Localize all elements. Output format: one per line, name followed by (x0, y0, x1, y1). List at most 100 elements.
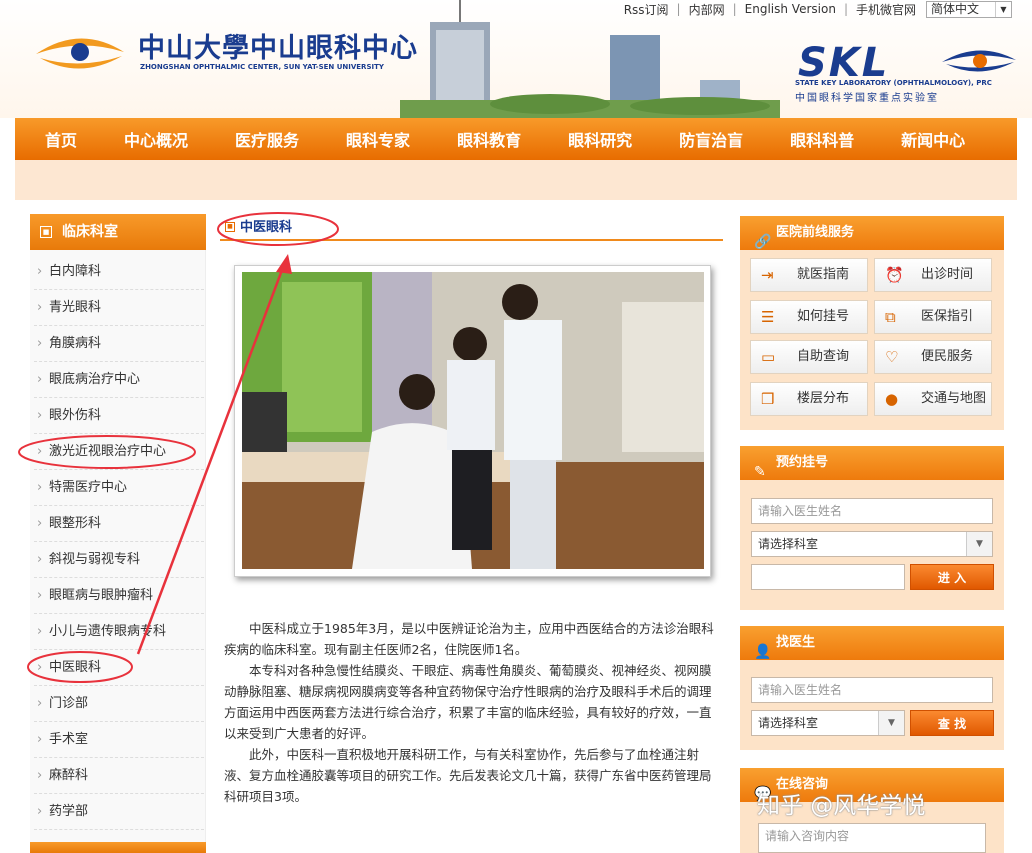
intranet-link[interactable]: 内部网 (689, 1, 725, 18)
title-underline (220, 239, 723, 241)
sub-nav-band (15, 160, 1017, 200)
nav-news[interactable]: 新闻中心 (901, 127, 965, 151)
map-pin-icon: ● (885, 390, 899, 408)
book-icon: ❒ (761, 390, 775, 408)
service-insurance-button[interactable]: ⧉ 医保指引 (874, 300, 992, 334)
service-label: 就医指南 (797, 267, 850, 282)
sidebar-item-tcm[interactable]: 中医眼科 (34, 650, 204, 686)
watermark: 知乎 @风华学悦 (757, 793, 926, 819)
enter-button[interactable]: 进 入 (910, 564, 994, 590)
sidebar-item-pediatric[interactable]: 小儿与遗传眼病专科 (34, 614, 204, 650)
search-button[interactable]: 查 找 (910, 710, 994, 736)
find-doctor-panel: 👤 找医生 请输入医生姓名 请选择科室 ▼ 查 找 (740, 626, 1004, 750)
find-doctor-header: 👤 找医生 (740, 626, 1004, 660)
sidebar-item-outpatient[interactable]: 门诊部 (34, 686, 204, 722)
sidebar-item-surgery[interactable]: 手术室 (34, 722, 204, 758)
heart-icon: ♡ (885, 348, 899, 366)
service-label: 楼层分布 (797, 391, 850, 406)
appointment-header: ✎ 预约挂号 (740, 446, 1004, 480)
article-paragraph: 中医科成立于1985年3月，是以中医辨证论治为主，应用中西医结合的方法诊治眼科疾… (224, 621, 714, 657)
appointment-department-select[interactable]: 请选择科室 ▼ (751, 531, 993, 557)
sidebar-title: ■ 临床科室 (30, 214, 206, 250)
sidebar-item-pharmacy[interactable]: 药学部 (34, 794, 204, 830)
english-version-link[interactable]: English Version (745, 2, 836, 16)
edit-icon: ✎ (754, 464, 766, 480)
department-description: 中医科成立于1985年3月，是以中医辨证论治为主，应用中西医结合的方法诊治眼科疾… (224, 618, 718, 807)
site-header: 中山大學中山眼科中心 ZHONGSHAN OPHTHALMIC CENTER, … (0, 0, 1032, 118)
sidebar-item-laser-myopia[interactable]: 激光近视眼治疗中心 (34, 434, 204, 470)
chevron-down-icon: ▼ (995, 1, 1011, 17)
sidebar-item-orbit-tumor[interactable]: 眼眶病与眼肿瘤科 (34, 578, 204, 614)
skl-chinese-name: 中国眼科学国家重点实验室 (795, 93, 939, 104)
divider: | (843, 2, 848, 16)
service-schedule-button[interactable]: ⏰ 出诊时间 (874, 258, 992, 292)
service-label: 交通与地图 (921, 391, 987, 406)
service-label: 出诊时间 (921, 267, 974, 282)
appointment-code-input[interactable] (751, 564, 905, 590)
service-guide-button[interactable]: ⇥ 就医指南 (750, 258, 868, 292)
service-label: 便民服务 (921, 349, 974, 364)
nav-experts[interactable]: 眼科专家 (346, 127, 410, 151)
appointment-doctor-input[interactable]: 请输入医生姓名 (751, 498, 993, 524)
article-paragraph: 此外，中医科一直积极地开展科研工作，与有关科室协作，先后参与了血栓通注射液、复方… (224, 747, 712, 804)
divider: | (676, 2, 681, 16)
list-icon: ☰ (761, 308, 775, 326)
find-doctor-name-input[interactable]: 请输入医生姓名 (751, 677, 993, 703)
select-value: 请选择科室 (758, 537, 819, 551)
nav-overview[interactable]: 中心概况 (124, 127, 188, 151)
sidebar-title-text: 临床科室 (62, 224, 118, 240)
department-photo (242, 272, 704, 569)
sidebar-item-trauma[interactable]: 眼外伤科 (34, 398, 204, 434)
sidebar-item-cornea[interactable]: 角膜病科 (34, 326, 204, 362)
skl-eye-icon (942, 50, 1016, 72)
service-transport-button[interactable]: ● 交通与地图 (874, 382, 992, 416)
logo-chinese-name: 中山大學中山眼科中心 (138, 33, 418, 64)
rss-link[interactable]: Rss订阅 (624, 1, 669, 18)
page-title: 中医眼科 (240, 220, 293, 235)
sidebar-item-fundus[interactable]: 眼底病治疗中心 (34, 362, 204, 398)
find-doctor-title: 找医生 (776, 635, 816, 650)
service-label: 医保指引 (921, 309, 974, 324)
top-links-bar: Rss订阅 | 内部网 | English Version | 手机微官网 简体… (624, 0, 1012, 18)
user-icon: 👤 (754, 644, 772, 660)
select-value: 请选择科室 (758, 716, 819, 730)
nav-medical-services[interactable]: 医疗服务 (235, 127, 299, 151)
mobile-site-link[interactable]: 手机微官网 (856, 1, 916, 18)
logo-english-name: ZHONGSHAN OPHTHALMIC CENTER, SUN YAT-SEN… (140, 63, 384, 71)
sidebar-item-oculoplastic[interactable]: 眼整形科 (34, 506, 204, 542)
sidebar-next-section-header (30, 842, 206, 853)
nav-research[interactable]: 眼科研究 (568, 127, 632, 151)
appointment-title: 预约挂号 (776, 455, 829, 470)
nav-home[interactable]: 首页 (45, 127, 77, 151)
sidebar-item-glaucoma[interactable]: 青光眼科 (34, 290, 204, 326)
monitor-icon: ▭ (761, 348, 776, 366)
skl-english-name: STATE KEY LABORATORY (OPHTHALMOLOGY), PR… (795, 79, 992, 87)
square-bullet-icon: ■ (40, 226, 52, 238)
link-icon: 🔗 (754, 234, 772, 250)
service-floor-map-button[interactable]: ❒ 楼层分布 (750, 382, 868, 416)
service-self-query-button[interactable]: ▭ 自助查询 (750, 340, 868, 374)
service-convenience-button[interactable]: ♡ 便民服务 (874, 340, 992, 374)
alarm-clock-icon: ⏰ (885, 266, 904, 284)
copy-icon: ⧉ (885, 308, 896, 326)
chevron-down-icon: ▼ (878, 711, 904, 735)
sidebar-item-vip-care[interactable]: 特需医疗中心 (34, 470, 204, 506)
language-select[interactable]: 简体中文 ▼ (926, 0, 1012, 18)
square-bullet-icon: ■ (225, 222, 235, 232)
nav-education[interactable]: 眼科教育 (457, 127, 521, 151)
services-panel: 🔗 医院前线服务 ⇥ 就医指南 ⏰ 出诊时间 ☰ 如何挂号 ⧉ 医保指引 ▭ 自… (740, 216, 1004, 430)
language-select-value: 简体中文 (931, 1, 980, 16)
sidebar-item-anesthesia[interactable]: 麻醉科 (34, 758, 204, 794)
nav-science[interactable]: 眼科科普 (790, 127, 854, 151)
sidebar-item-strabismus[interactable]: 斜视与弱视专科 (34, 542, 204, 578)
consult-textarea[interactable]: 请输入咨询内容 (758, 823, 986, 853)
sidebar-item-cataract[interactable]: 白内障科 (34, 254, 204, 290)
nav-blindness-prevention[interactable]: 防盲治盲 (679, 127, 743, 151)
chevron-down-icon: ▼ (966, 532, 992, 556)
service-registration-button[interactable]: ☰ 如何挂号 (750, 300, 868, 334)
main-nav: 首页 中心概况 医疗服务 眼科专家 眼科教育 眼科研究 防盲治盲 眼科科普 新闻… (15, 118, 1017, 160)
zoc-eye-logo-icon (36, 38, 124, 69)
service-label: 如何挂号 (797, 309, 850, 324)
appointment-panel: ✎ 预约挂号 请输入医生姓名 请选择科室 ▼ 进 入 (740, 446, 1004, 610)
find-doctor-department-select[interactable]: 请选择科室 ▼ (751, 710, 905, 736)
